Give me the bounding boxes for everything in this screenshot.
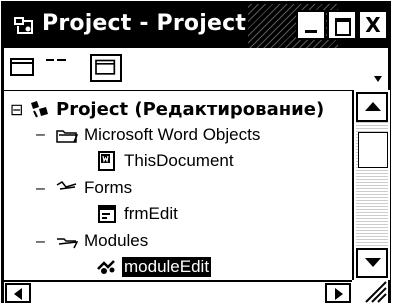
tree-node-label: moduleEdit: [122, 257, 212, 277]
word-objects-collapse-icon[interactable]: –: [36, 126, 45, 144]
project-explorer-window: Project - Project X ⊟ Project (Редактиро…: [1, 1, 391, 305]
tree-node-thisdocument[interactable]: ThisDocument: [96, 149, 236, 173]
close-icon: X: [365, 13, 381, 37]
title-bar[interactable]: Project - Project X: [4, 4, 388, 48]
tree-node-word-objects[interactable]: Microsoft Word Objects: [56, 123, 262, 147]
close-button[interactable]: X: [358, 10, 388, 40]
root-collapse-icon[interactable]: ⊟: [10, 100, 23, 120]
scroll-right-button[interactable]: [325, 283, 351, 303]
toggle-folders-icon[interactable]: [44, 58, 68, 68]
vertical-scrollbar[interactable]: [352, 90, 390, 280]
scroll-track[interactable]: [32, 284, 324, 302]
tree-node-label: ThisDocument: [124, 151, 234, 170]
modules-collapse-icon[interactable]: –: [36, 233, 45, 251]
view-code-icon[interactable]: [10, 58, 34, 76]
tree-node-frmedit[interactable]: frmEdit: [96, 202, 180, 226]
folder-open-icon: [56, 181, 77, 190]
dropdown-arrow-icon[interactable]: [374, 76, 382, 82]
tree-node-project[interactable]: Project (Редактирование): [28, 97, 326, 121]
module-icon: [97, 260, 115, 274]
tree-node-label: Forms: [84, 178, 133, 197]
tree-node-label: frmEdit: [124, 204, 178, 223]
folder-open-icon: [57, 238, 78, 249]
tree-node-label: Modules: [84, 231, 149, 250]
tree-node-forms[interactable]: Forms: [56, 176, 134, 200]
userform-icon: [98, 205, 116, 223]
maximize-button[interactable]: [327, 10, 357, 40]
folder-open-icon: [56, 130, 78, 143]
view-object-button[interactable]: [90, 54, 122, 82]
word-document-icon: [98, 151, 115, 171]
horizontal-scrollbar[interactable]: [4, 280, 352, 305]
project-explorer-icon: [14, 17, 33, 34]
resize-grip-icon: [365, 281, 387, 303]
view-object-icon: [95, 59, 116, 75]
scroll-thumb[interactable]: [358, 132, 388, 168]
tree-node-modules[interactable]: Modules: [56, 229, 150, 253]
project-tree: ⊟ Project (Редактирование) – Microsoft W…: [4, 90, 352, 280]
scroll-left-button[interactable]: [5, 283, 31, 303]
tree-node-label: Microsoft Word Objects: [84, 125, 261, 144]
scroll-up-button[interactable]: [356, 92, 388, 122]
toolbar: [4, 48, 388, 91]
tree-node-label: Project (Редактирование): [56, 98, 325, 120]
scroll-down-button[interactable]: [356, 248, 388, 278]
tree-node-moduleedit[interactable]: moduleEdit: [96, 255, 212, 279]
minimize-button[interactable]: [296, 10, 326, 40]
window-title: Project - Project: [42, 11, 247, 36]
resize-grip[interactable]: [352, 280, 388, 303]
project-icon: [31, 101, 48, 118]
forms-collapse-icon[interactable]: –: [36, 180, 45, 198]
